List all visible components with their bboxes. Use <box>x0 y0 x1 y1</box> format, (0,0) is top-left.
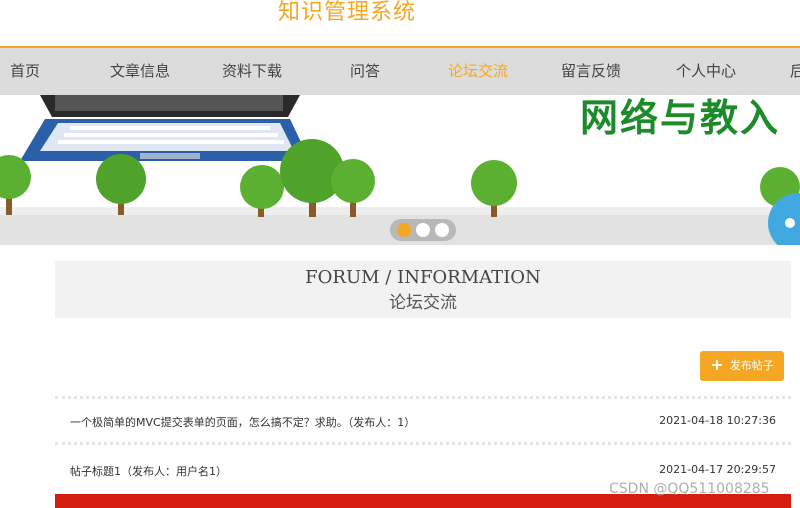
banner-headline: 网络与教入 <box>580 96 781 140</box>
new-post-label: 发布帖子 <box>729 359 774 372</box>
plus-icon: + <box>710 355 724 374</box>
nav-item-profile[interactable]: 个人中心 <box>676 48 736 95</box>
list-divider <box>55 442 791 445</box>
main-nav: 首页 文章信息 资料下载 问答 论坛交流 留言反馈 个人中心 后 <box>0 46 800 95</box>
post-title[interactable]: 一个极简单的MVC提交表单的页面，怎么搞不定？求助。（发布人：1） <box>70 414 415 430</box>
watermark: CSDN @QQ511008285 <box>609 481 770 497</box>
nav-item-forum[interactable]: 论坛交流 <box>448 48 508 95</box>
nav-item-qa[interactable]: 问答 <box>350 48 380 95</box>
nav-item-downloads[interactable]: 资料下载 <box>222 48 282 95</box>
carousel-indicator <box>390 219 456 241</box>
carousel-dot-3[interactable] <box>435 223 449 237</box>
forum-post-row[interactable]: 一个极简单的MVC提交表单的页面，怎么搞不定？求助。（发布人：1） 2021-0… <box>55 414 791 434</box>
nav-item-articles[interactable]: 文章信息 <box>110 48 170 95</box>
carousel-dot-2[interactable] <box>416 223 430 237</box>
nav-item-feedback[interactable]: 留言反馈 <box>561 48 621 95</box>
new-post-button[interactable]: + 发布帖子 <box>700 351 784 381</box>
site-title: 知识管理系统 <box>278 0 417 25</box>
nav-item-home[interactable]: 首页 <box>10 48 40 95</box>
post-time: 2021-04-18 10:27:36 <box>659 414 776 427</box>
section-title-cn: 论坛交流 <box>389 293 457 313</box>
carousel-dot-1[interactable] <box>397 223 411 237</box>
section-title-en: FORUM / INFORMATION <box>305 267 541 288</box>
nav-item-admin[interactable]: 后 <box>790 48 800 95</box>
post-time: 2021-04-17 20:29:57 <box>659 463 776 476</box>
section-header: FORUM / INFORMATION 论坛交流 <box>55 261 791 318</box>
post-title[interactable]: 帖子标题1（发布人：用户名1） <box>70 463 227 479</box>
forum-post-row[interactable]: 帖子标题1（发布人：用户名1） 2021-04-17 20:29:57 <box>55 463 791 483</box>
list-divider <box>55 396 791 399</box>
